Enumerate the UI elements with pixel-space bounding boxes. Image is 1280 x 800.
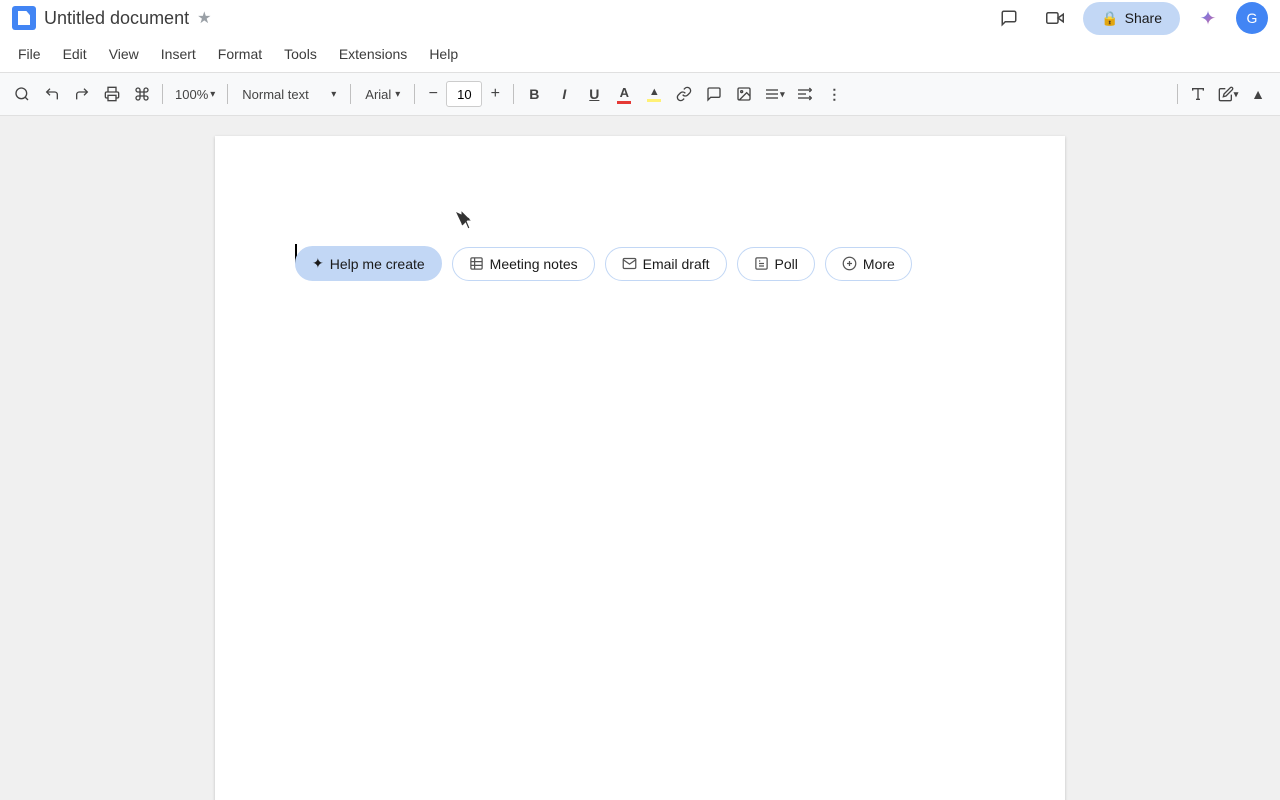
menu-view[interactable]: View xyxy=(99,42,149,66)
more-suggestions-icon xyxy=(842,256,857,271)
right-toolbar: ▾ ▲ xyxy=(1173,80,1272,108)
paragraph-style-label: Normal text xyxy=(242,87,308,102)
menu-tools[interactable]: Tools xyxy=(274,42,327,66)
more-suggestions-label: More xyxy=(863,256,895,272)
suggestions-row: ✦ Help me create Meeting notes Email dra… xyxy=(295,246,912,281)
font-selector[interactable]: Arial ▾ xyxy=(357,83,408,106)
redo-button[interactable] xyxy=(68,80,96,108)
lock-icon: 🔒 xyxy=(1101,10,1118,27)
doc-icon xyxy=(12,6,36,30)
paragraph-dropdown-icon: ▾ xyxy=(331,89,336,100)
separator-3 xyxy=(350,84,351,104)
image-button[interactable] xyxy=(730,80,758,108)
poll-label: Poll xyxy=(775,256,798,272)
link-button[interactable] xyxy=(670,80,698,108)
text-color-bar xyxy=(617,101,631,104)
font-size-decrease-button[interactable]: − xyxy=(421,81,445,107)
search-button[interactable] xyxy=(8,80,36,108)
separator-4 xyxy=(414,84,415,104)
bold-button[interactable]: B xyxy=(520,80,548,108)
font-size-increase-button[interactable]: + xyxy=(483,81,507,107)
chat-button[interactable] xyxy=(991,0,1027,36)
font-size-input[interactable] xyxy=(446,81,482,107)
font-dropdown-icon: ▾ xyxy=(395,89,400,100)
zoom-selector[interactable]: 100% ▾ xyxy=(169,83,221,106)
menu-extensions[interactable]: Extensions xyxy=(329,42,417,66)
text-color-icon: A xyxy=(620,85,629,100)
email-draft-button[interactable]: Email draft xyxy=(605,247,727,281)
print-button[interactable] xyxy=(98,80,126,108)
separator-5 xyxy=(513,84,514,104)
align-button[interactable]: ▾ xyxy=(760,80,788,108)
document-area[interactable]: ✦ Help me create Meeting notes Email dra… xyxy=(0,116,1280,800)
meeting-notes-label: Meeting notes xyxy=(490,256,578,272)
poll-icon xyxy=(754,256,769,271)
help-me-create-button[interactable]: ✦ Help me create xyxy=(295,246,442,281)
menu-file[interactable]: File xyxy=(8,42,51,66)
separator-1 xyxy=(162,84,163,104)
comment-button[interactable] xyxy=(700,80,728,108)
zoom-label: 100% xyxy=(175,87,208,102)
meeting-notes-button[interactable]: Meeting notes xyxy=(452,247,595,281)
highlight-icon: ▲ xyxy=(649,86,660,98)
star-icon[interactable]: ★ xyxy=(197,8,211,28)
email-draft-label: Email draft xyxy=(643,256,710,272)
gemini-button[interactable]: ✦ xyxy=(1190,0,1226,36)
video-button[interactable] xyxy=(1037,0,1073,36)
font-name-label: Arial xyxy=(365,87,391,102)
font-size-area: − + xyxy=(421,81,507,107)
user-avatar[interactable]: G xyxy=(1236,2,1268,34)
collapse-button[interactable]: ▲ xyxy=(1244,80,1272,108)
highlight-bar xyxy=(647,99,661,102)
meeting-notes-icon xyxy=(469,256,484,271)
menu-edit[interactable]: Edit xyxy=(53,42,97,66)
menu-format[interactable]: Format xyxy=(208,42,272,66)
italic-button[interactable]: I xyxy=(550,80,578,108)
more-toolbar-button[interactable]: ⋮ xyxy=(820,80,848,108)
highlight-color-button[interactable]: ▲ xyxy=(640,80,668,108)
help-me-create-label: Help me create xyxy=(330,256,425,272)
share-button[interactable]: 🔒 Share xyxy=(1083,2,1180,35)
text-color-button[interactable]: A xyxy=(610,80,638,108)
more-suggestions-button[interactable]: More xyxy=(825,247,912,281)
menu-insert[interactable]: Insert xyxy=(151,42,206,66)
gemini-icon: ✦ xyxy=(1200,6,1217,31)
undo-button[interactable] xyxy=(38,80,66,108)
edit-mode-button[interactable]: ▾ xyxy=(1214,80,1242,108)
separator-right xyxy=(1177,84,1178,104)
title-bar: Untitled document ★ 🔒 Share ✦ G xyxy=(0,0,1280,36)
toolbar: 100% ▾ Normal text ▾ Arial ▾ − + B I U A… xyxy=(0,72,1280,116)
zoom-dropdown-icon: ▾ xyxy=(210,89,215,100)
menu-bar: File Edit View Insert Format Tools Exten… xyxy=(0,36,1280,72)
poll-button[interactable]: Poll xyxy=(737,247,815,281)
doc-title[interactable]: Untitled document xyxy=(44,8,189,29)
help-create-icon: ✦ xyxy=(312,255,324,272)
share-label: Share xyxy=(1125,10,1162,26)
separator-2 xyxy=(227,84,228,104)
underline-button[interactable]: U xyxy=(580,80,608,108)
menu-help[interactable]: Help xyxy=(419,42,468,66)
paragraph-style-selector[interactable]: Normal text ▾ xyxy=(234,83,344,106)
avatar-label: G xyxy=(1247,10,1258,26)
paint-format-button[interactable] xyxy=(128,80,156,108)
top-right-actions: 🔒 Share ✦ G xyxy=(991,0,1268,36)
line-spacing-button[interactable] xyxy=(790,80,818,108)
text-style-button[interactable] xyxy=(1184,80,1212,108)
email-draft-icon xyxy=(622,256,637,271)
document-page[interactable]: ✦ Help me create Meeting notes Email dra… xyxy=(215,136,1065,800)
